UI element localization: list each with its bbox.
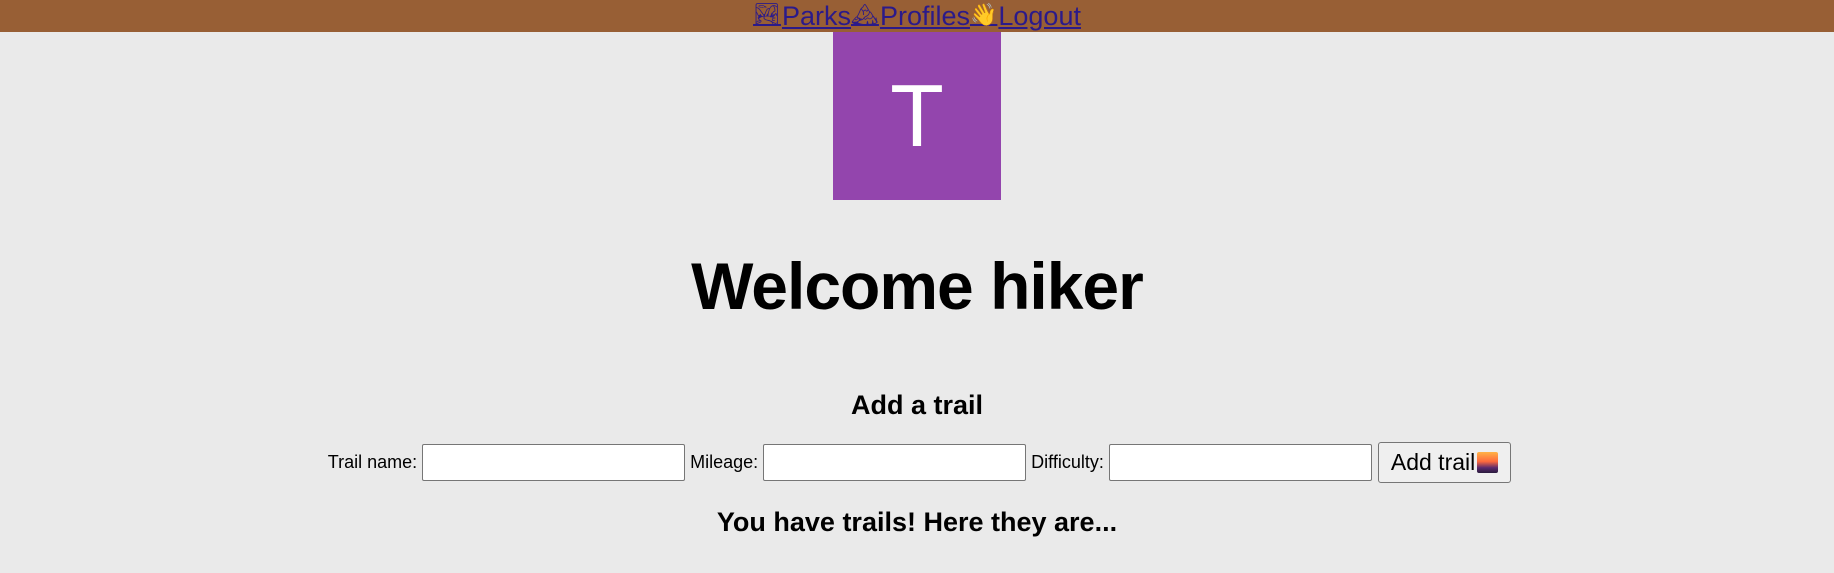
add-trail-button[interactable]: Add trail [1377,442,1512,483]
trail-name-label: Trail name: [327,452,418,472]
difficulty-input[interactable] [1108,444,1372,481]
nav-link-label: Logout [998,1,1081,31]
nav-link-logout[interactable]: 👋 Logout [970,0,1081,32]
mileage-input[interactable] [763,444,1027,481]
nav-link-label: Parks [781,1,851,31]
national-park-icon: 🏞 [753,3,781,28]
add-trail-form: Trail name: Mileage: Difficulty: Add tra… [0,442,1834,483]
avatar-initial: T [890,66,944,165]
mountain-icon: 🏔 [851,3,879,28]
avatar: T [833,32,1001,200]
nav-link-parks[interactable]: 🏞 Parks [753,0,851,32]
nav-link-profiles[interactable]: 🏔 Profiles [851,0,970,32]
top-nav-bar: 🏞 Parks 🏔 Profiles 👋 Logout [0,0,1834,32]
mileage-label: Mileage: [690,452,759,472]
page-title: Welcome hiker [691,249,1144,323]
sunrise-over-mountains-icon [1477,452,1499,473]
nav-link-label: Profiles [879,1,970,31]
add-trail-heading: Add a trail [850,390,984,420]
add-trail-button-label: Add trail [1390,449,1476,475]
trails-heading: You have trails! Here they are... [716,507,1118,537]
difficulty-label: Difficulty: [1031,452,1104,472]
waving-hand-icon: 👋 [969,3,998,28]
trail-name-input[interactable] [422,444,686,481]
